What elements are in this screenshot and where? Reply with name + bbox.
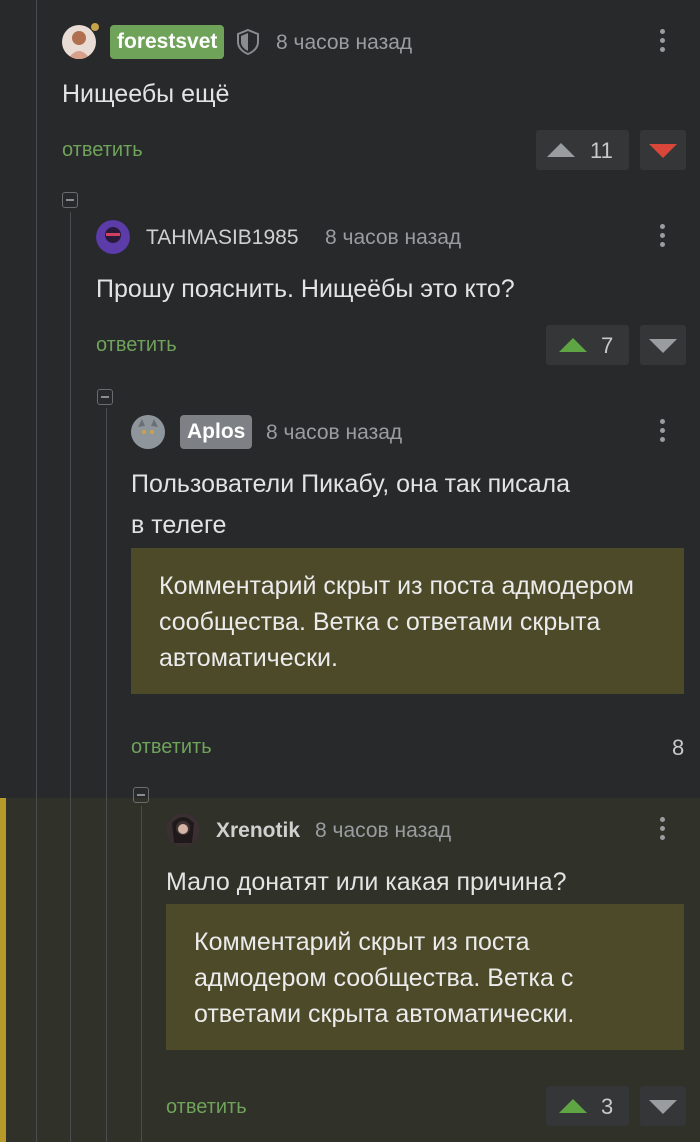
comment-text-line: в телеге — [131, 511, 227, 539]
vote-down-button[interactable] — [640, 130, 686, 170]
more-icon[interactable] — [660, 817, 666, 844]
comment-text: Прошу пояснить. Нищеёбы это кто? — [96, 275, 515, 303]
username-badge[interactable]: forestsvet — [110, 25, 225, 59]
username[interactable]: Xrenotik — [216, 819, 300, 843]
username[interactable]: TAHMASIB1985 — [146, 226, 299, 250]
online-dot — [91, 23, 99, 31]
avatar[interactable] — [96, 220, 130, 254]
username-badge[interactable]: Aplos — [180, 415, 253, 449]
collapse-thread-button[interactable] — [62, 192, 78, 208]
vote-up-button[interactable]: 7 — [546, 325, 629, 365]
arrow-down-icon — [649, 339, 677, 353]
comment-text: Нищеебы ещё — [62, 80, 230, 108]
avatar[interactable] — [166, 813, 200, 847]
comment-text-line: Пользователи Пикабу, она так писала — [131, 470, 571, 498]
arrow-up-icon — [559, 1099, 587, 1113]
avatar[interactable] — [131, 415, 165, 449]
highlight-bar — [0, 798, 6, 1142]
more-icon[interactable] — [660, 419, 666, 446]
hidden-comment-notice: Комментарий скрыт из поста адмодером соо… — [131, 548, 684, 694]
comment-time: 8 часов назад — [315, 819, 452, 842]
comment-time: 8 часов назад — [325, 226, 462, 249]
thread-line — [36, 0, 37, 1142]
arrow-down-icon — [649, 144, 677, 158]
rating: 7 — [601, 333, 614, 358]
reply-button[interactable]: ответить — [131, 736, 212, 759]
reply-button[interactable]: ответить — [166, 1096, 247, 1119]
arrow-up-icon — [559, 338, 587, 352]
collapse-thread-button[interactable] — [97, 389, 113, 405]
more-icon[interactable] — [660, 29, 666, 56]
shield-icon — [235, 28, 261, 61]
arrow-down-icon — [649, 1100, 677, 1114]
vote-up-button[interactable]: 11 — [536, 130, 629, 170]
rating: 8 — [672, 735, 685, 760]
vote-down-button[interactable] — [640, 325, 686, 365]
rating: 11 — [590, 138, 613, 163]
rating: 3 — [601, 1094, 614, 1119]
reply-button[interactable]: ответить — [62, 139, 143, 162]
vote-down-button[interactable] — [640, 1086, 686, 1126]
comment-time: 8 часов назад — [276, 31, 413, 54]
thread-line — [141, 806, 142, 1142]
vote-up-button[interactable]: 3 — [546, 1086, 629, 1126]
reply-button[interactable]: ответить — [96, 334, 177, 357]
hidden-comment-notice: Комментарий скрыт из поста адмодером соо… — [166, 904, 684, 1050]
more-icon[interactable] — [660, 224, 666, 251]
thread-line — [70, 212, 71, 1142]
avatar[interactable] — [62, 25, 96, 59]
arrow-up-icon — [547, 143, 575, 157]
comment-text: Мало донатят или какая причина? — [166, 868, 567, 896]
comment-time: 8 часов назад — [266, 421, 403, 444]
thread-line — [106, 408, 107, 1142]
collapse-thread-button[interactable] — [133, 787, 149, 803]
